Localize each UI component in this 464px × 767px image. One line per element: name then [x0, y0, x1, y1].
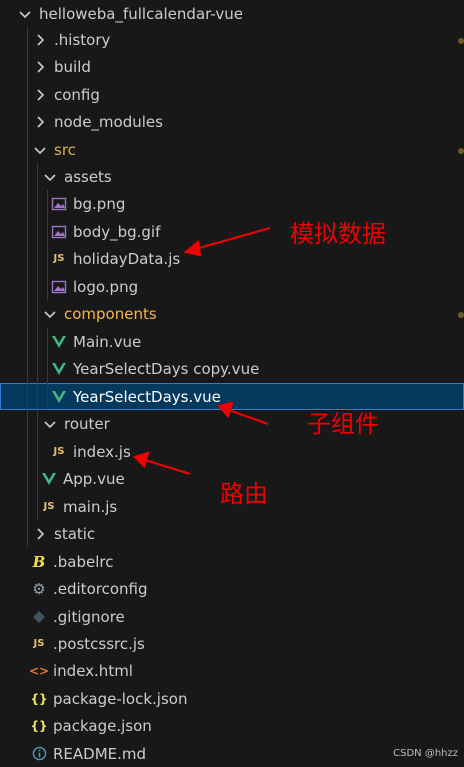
file-label: .editorconfig — [53, 579, 148, 598]
gear-icon: ⚙ — [32, 579, 46, 598]
tree-folder-config[interactable]: config — [0, 81, 464, 108]
tree-file-index-html[interactable]: <> index.html — [0, 657, 464, 684]
image-icon — [50, 278, 68, 296]
annotation-child-component: 子组件 — [307, 410, 379, 438]
tree-file-gitignore[interactable]: .gitignore — [0, 603, 464, 630]
folder-label: node_modules — [54, 112, 163, 131]
vue-icon — [50, 333, 68, 351]
tree-folder-src[interactable]: src — [0, 136, 464, 163]
vue-icon — [50, 388, 68, 406]
folder-label: router — [64, 414, 110, 433]
chevron-down-icon — [16, 5, 34, 23]
chevron-down-icon — [41, 168, 59, 186]
vue-icon — [40, 470, 58, 488]
folder-label: .history — [54, 30, 111, 49]
tree-file-index-js[interactable]: JS index.js — [0, 438, 464, 465]
indent-guide — [47, 190, 48, 300]
tree-folder-router[interactable]: router — [0, 410, 464, 437]
annotation-mock-data: 模拟数据 — [290, 220, 386, 248]
chevron-right-icon — [31, 113, 49, 131]
file-label: bg.png — [73, 194, 126, 213]
root-folder-label: helloweba_fullcalendar-vue — [39, 4, 243, 23]
indent-guide — [37, 163, 38, 520]
file-label: body_bg.gif — [73, 222, 161, 241]
file-label: .babelrc — [53, 552, 114, 571]
tree-file-main-vue[interactable]: Main.vue — [0, 328, 464, 355]
file-label: holidayData.js — [73, 249, 181, 268]
folder-label: static — [54, 524, 96, 543]
tree-folder-build[interactable]: build — [0, 53, 464, 80]
file-label: index.html — [53, 661, 133, 680]
tree-file-holidaydata-js[interactable]: JS holidayData.js — [0, 245, 464, 272]
chevron-right-icon — [31, 525, 49, 543]
folder-label: components — [64, 304, 157, 323]
file-label: .gitignore — [53, 607, 125, 626]
tree-folder-assets[interactable]: assets — [0, 163, 464, 190]
tree-file-editorconfig[interactable]: ⚙ .editorconfig — [0, 575, 464, 602]
file-label: YearSelectDays copy.vue — [73, 359, 260, 378]
git-icon — [30, 608, 48, 626]
chevron-down-icon — [31, 141, 49, 159]
modified-dot — [458, 312, 464, 318]
modified-dot — [458, 38, 464, 44]
chevron-right-icon — [31, 31, 49, 49]
chevron-down-icon — [41, 415, 59, 433]
chevron-down-icon — [41, 305, 59, 323]
json-icon: {} — [30, 718, 48, 733]
tree-file-babelrc[interactable]: B .babelrc — [0, 548, 464, 575]
file-label: .postcssrc.js — [53, 634, 145, 653]
file-label: logo.png — [73, 277, 139, 296]
js-icon: JS — [53, 253, 65, 264]
html-icon: <> — [28, 663, 50, 678]
vue-icon — [50, 360, 68, 378]
chevron-right-icon — [31, 58, 49, 76]
chevron-right-icon — [31, 86, 49, 104]
tree-folder-components[interactable]: components — [0, 300, 464, 327]
tree-file-postcssrc-js[interactable]: JS .postcssrc.js — [0, 630, 464, 657]
file-label: main.js — [63, 497, 118, 516]
info-icon — [30, 745, 48, 763]
file-label: README.md — [53, 744, 147, 763]
folder-label: config — [54, 85, 100, 104]
image-icon — [50, 223, 68, 241]
file-label: Main.vue — [73, 332, 142, 351]
modified-dot — [458, 148, 464, 154]
image-icon — [50, 195, 68, 213]
tree-folder-static[interactable]: static — [0, 520, 464, 547]
tree-file-package-json[interactable]: {} package.json — [0, 712, 464, 739]
folder-label: build — [54, 57, 91, 76]
file-label: package-lock.json — [53, 689, 188, 708]
tree-file-body-bg-gif[interactable]: body_bg.gif — [0, 218, 464, 245]
folder-label: src — [54, 140, 76, 159]
indent-guide — [47, 328, 48, 410]
babel-icon: B — [32, 552, 46, 571]
tree-folder-node-modules[interactable]: node_modules — [0, 108, 464, 135]
tree-file-yearselectdays-vue[interactable]: YearSelectDays.vue — [0, 383, 464, 410]
tree-file-bg-png[interactable]: bg.png — [0, 190, 464, 217]
file-label: YearSelectDays.vue — [73, 387, 221, 406]
json-icon: {} — [30, 691, 48, 706]
file-label: package.json — [53, 716, 152, 735]
file-label: App.vue — [63, 469, 125, 488]
folder-label: assets — [64, 167, 112, 186]
tree-root-folder[interactable]: helloweba_fullcalendar-vue — [0, 0, 464, 27]
file-label: index.js — [73, 442, 131, 461]
tree-file-logo-png[interactable]: logo.png — [0, 273, 464, 300]
js-icon: JS — [33, 638, 45, 649]
watermark: CSDN @hhzz — [393, 748, 458, 759]
tree-folder-history[interactable]: .history — [0, 26, 464, 53]
indent-guide — [27, 27, 28, 547]
tree-file-yearselectdays-copy-vue[interactable]: YearSelectDays copy.vue — [0, 355, 464, 382]
annotation-route: 路由 — [220, 480, 268, 508]
js-icon: JS — [53, 446, 65, 457]
tree-file-package-lock-json[interactable]: {} package-lock.json — [0, 685, 464, 712]
js-icon: JS — [43, 501, 55, 512]
